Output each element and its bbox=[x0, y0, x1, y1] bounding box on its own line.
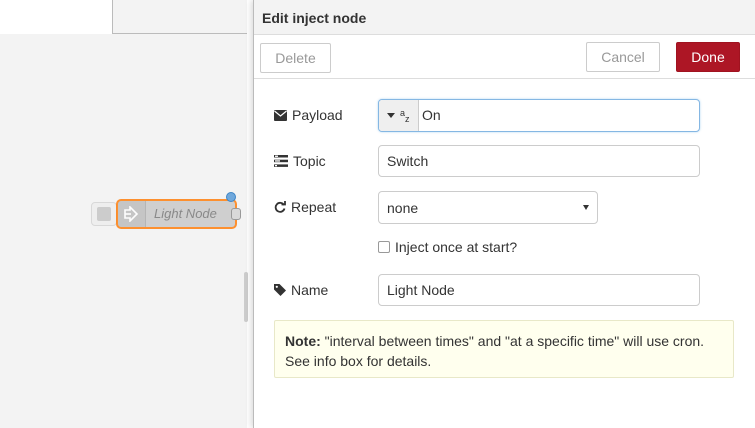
cancel-button[interactable]: Cancel bbox=[586, 42, 660, 72]
tray-title: Edit inject node bbox=[262, 10, 367, 26]
inject-trigger-icon bbox=[97, 207, 111, 221]
repeat-label: Repeat bbox=[291, 199, 337, 215]
workspace-tab-bar bbox=[0, 0, 247, 34]
node-icon-area bbox=[118, 201, 146, 227]
repeat-selected-value: none bbox=[387, 199, 419, 216]
inject-node[interactable]: Light Node bbox=[116, 199, 237, 229]
node-output-port[interactable] bbox=[231, 208, 241, 220]
inject-once-label: Inject once at start? bbox=[395, 239, 518, 255]
done-button[interactable]: Done bbox=[676, 42, 740, 72]
repeat-select[interactable]: none bbox=[378, 191, 598, 224]
envelope-icon bbox=[274, 109, 287, 121]
cron-note: Note: "interval between times" and "at a… bbox=[274, 320, 734, 378]
inject-arrow-icon bbox=[124, 206, 139, 222]
delete-button[interactable]: Delete bbox=[260, 43, 331, 73]
inject-once-checkbox[interactable] bbox=[378, 241, 390, 253]
edit-tray: Edit inject node Delete Cancel Done Payl… bbox=[253, 0, 755, 428]
payload-label-row: Payload bbox=[274, 107, 343, 123]
topic-input[interactable]: Switch bbox=[378, 145, 700, 177]
caret-down-icon bbox=[583, 205, 589, 210]
inject-node-button[interactable] bbox=[91, 202, 117, 226]
tray-toolbar: Delete Cancel Done bbox=[254, 35, 755, 79]
string-type-icon: az bbox=[400, 107, 410, 124]
name-label: Name bbox=[291, 282, 329, 298]
node-label: Light Node bbox=[154, 206, 217, 221]
note-bold-label: Note: bbox=[285, 333, 321, 349]
node-changed-indicator bbox=[226, 192, 236, 202]
payload-value[interactable]: On bbox=[422, 107, 441, 123]
caret-down-icon bbox=[387, 113, 395, 118]
inject-once-row: Inject once at start? bbox=[378, 239, 517, 255]
payload-type-button[interactable]: az bbox=[379, 100, 419, 131]
name-label-row: Name bbox=[274, 282, 328, 298]
payload-input[interactable]: az On bbox=[378, 99, 700, 132]
workspace-tab[interactable] bbox=[0, 0, 113, 34]
name-input[interactable]: Light Node bbox=[378, 274, 700, 306]
sidebar-resize-handle[interactable] bbox=[244, 272, 248, 322]
topic-label: Topic bbox=[293, 153, 326, 169]
repeat-icon bbox=[274, 201, 286, 213]
topic-label-row: Topic bbox=[274, 153, 326, 169]
note-text: "interval between times" and "at a speci… bbox=[285, 333, 705, 369]
tag-icon bbox=[274, 284, 286, 296]
repeat-label-row: Repeat bbox=[274, 199, 336, 215]
tray-header: Edit inject node bbox=[254, 0, 755, 35]
flow-canvas[interactable] bbox=[0, 34, 247, 428]
tasks-icon bbox=[274, 155, 288, 167]
payload-label: Payload bbox=[292, 107, 343, 123]
